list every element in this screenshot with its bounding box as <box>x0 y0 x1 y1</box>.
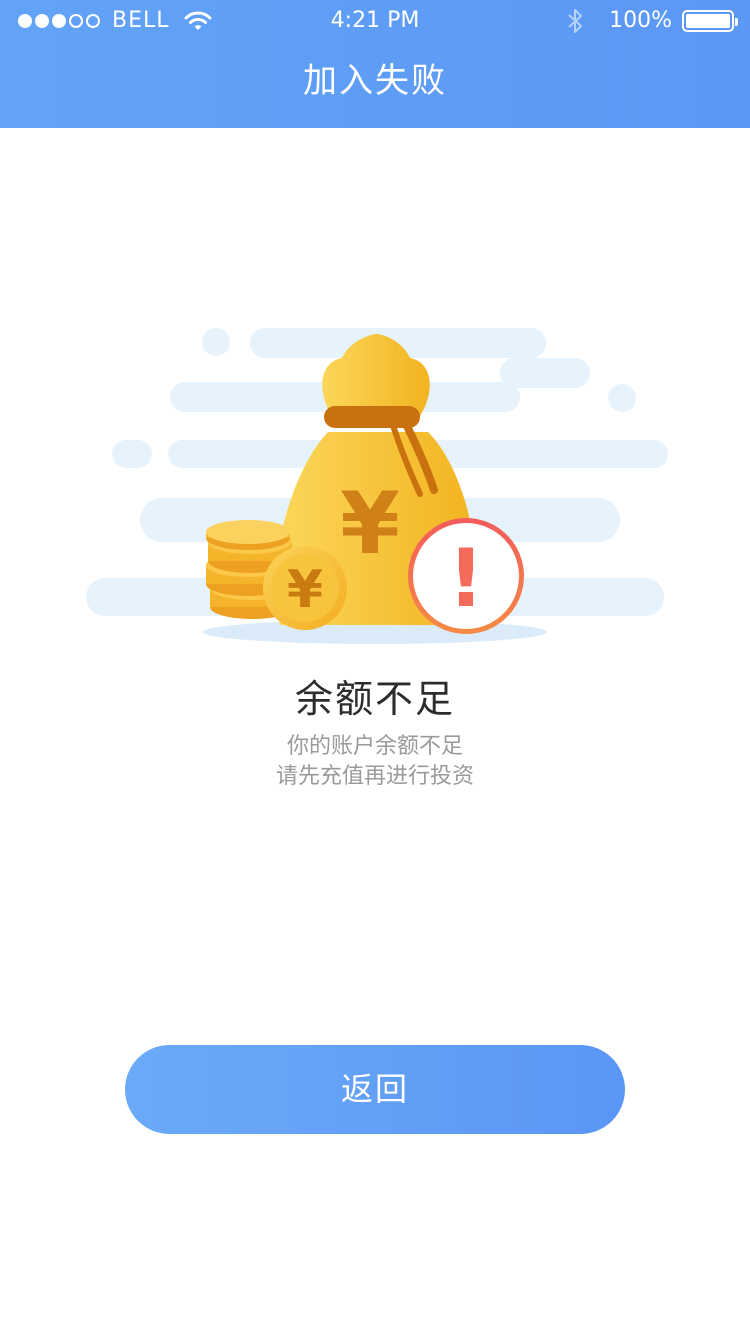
alert-exclamation: ! <box>448 532 484 625</box>
error-message-line: 你的账户余额不足 <box>286 734 463 759</box>
error-headline: 余额不足 <box>294 677 455 721</box>
battery-icon <box>682 10 738 32</box>
header-bar: BELL 4:21 PM 100% 加入失败 <box>0 0 750 128</box>
battery-nub <box>735 18 738 26</box>
alert-circle-icon: ! <box>408 518 524 634</box>
status-right: 100% <box>567 0 738 42</box>
page-title: 加入失败 <box>303 61 447 101</box>
error-message: 你的账户余额不足 请先充值再进行投资 <box>0 732 750 792</box>
coin-yen-symbol: ¥ <box>287 560 323 620</box>
coin-icon: ¥ <box>263 546 347 630</box>
insufficient-balance-illustration: ¥ ¥ ! <box>80 320 680 660</box>
status-bar: BELL 4:21 PM 100% <box>0 0 750 42</box>
bluetooth-icon <box>567 8 583 34</box>
error-message-line: 请先充值再进行投资 <box>275 764 474 789</box>
back-button[interactable]: 返回 <box>125 1045 625 1134</box>
battery-percent: 100% <box>609 8 672 33</box>
battery-level <box>686 14 730 28</box>
bag-yen-symbol: ¥ <box>340 474 400 574</box>
